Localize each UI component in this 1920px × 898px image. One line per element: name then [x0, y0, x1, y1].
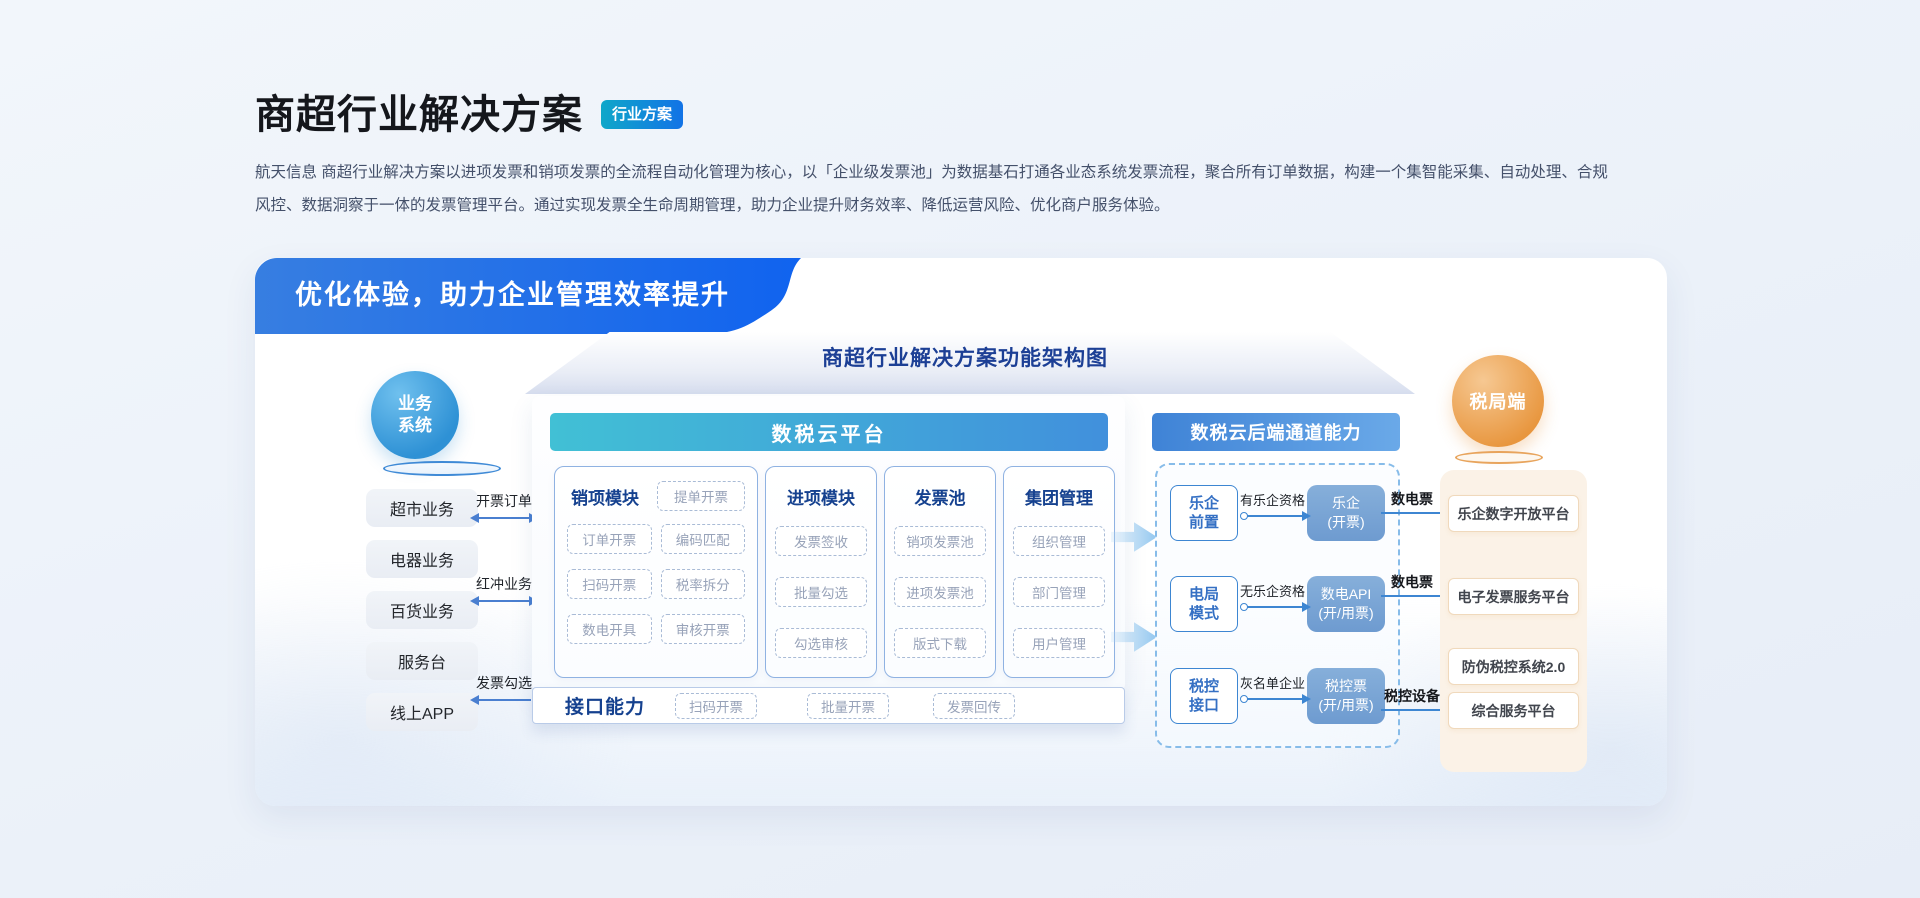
channel-target-box: 数电API (开/用票)	[1307, 576, 1385, 632]
module-chip: 扫码开票	[567, 569, 652, 599]
right-arrow-icon	[1240, 602, 1311, 612]
channel-connector: 有乐企资格	[1238, 485, 1311, 541]
connector-line	[1381, 512, 1443, 514]
tax-bureau-panel: 乐企数字开放平台 电子发票服务平台 防伪税控系统2.0 综合服务平台	[1440, 470, 1587, 772]
channel-condition-label: 无乐企资格	[1239, 584, 1306, 599]
channel-source-label: 接口	[1188, 697, 1219, 714]
module-title: 销项模块	[571, 488, 639, 508]
left-arrow-icon	[470, 695, 531, 705]
tax-item: 防伪税控系统2.0	[1448, 648, 1579, 685]
channel-target-box: 乐企 (开票)	[1307, 485, 1385, 541]
business-item: 线上APP	[366, 693, 478, 731]
tax-item: 乐企数字开放平台	[1448, 495, 1579, 532]
circle-base-ellipse	[1455, 451, 1543, 464]
output-label: 数电票	[1391, 574, 1433, 590]
channel-source-label: 电局	[1188, 586, 1219, 603]
output-label: 税控设备	[1384, 688, 1440, 704]
interface-bar: 接口能力 扫码开票 批量开票 发票回传	[532, 687, 1125, 724]
module-chip: 编码匹配	[660, 524, 745, 554]
module-chip: 数电开具	[567, 614, 652, 644]
business-circle-label: 系统	[398, 416, 432, 435]
right-arrow-icon	[1240, 511, 1311, 521]
module-row: 销项模块 提单开票 订单开票 编码匹配 扫码开票 税率拆分 数电开具 审核开票 …	[554, 466, 1115, 678]
business-item: 电器业务	[366, 540, 478, 578]
interface-chip: 批量开票	[807, 692, 890, 719]
page-description: 航天信息 商超行业解决方案以进项发票和销项发票的全流程自动化管理为核心，以「企业…	[255, 156, 1670, 222]
tax-item: 综合服务平台	[1448, 692, 1579, 729]
right-arrow-icon	[1240, 694, 1311, 704]
module-title: 发票池	[914, 489, 966, 508]
channel-connector: 无乐企资格	[1238, 576, 1311, 632]
channel-target-label: 税控票	[1325, 678, 1367, 694]
module-chip: 组织管理	[1013, 526, 1105, 556]
tax-item: 电子发票服务平台	[1448, 578, 1579, 615]
page-title: 商超行业解决方案	[255, 93, 583, 137]
description-line: 风控、数据洞察于一体的发票管理平台。通过实现发票全生命周期管理，助力企业提升财务…	[255, 197, 1170, 214]
module-chip: 进项发票池	[894, 577, 986, 607]
module-card-group-mgmt: 集团管理 组织管理 部门管理 用户管理	[1003, 466, 1115, 678]
module-chip: 订单开票	[567, 524, 652, 554]
module-chip: 发票签收	[775, 526, 867, 556]
channel-source-label: 税控	[1188, 678, 1219, 695]
channel-source-label: 模式	[1188, 605, 1219, 622]
business-item: 百货业务	[366, 591, 478, 629]
industry-badge: 行业方案	[601, 100, 684, 129]
channel-target-label: 数电API	[1320, 586, 1372, 602]
module-chip: 用户管理	[1013, 628, 1105, 658]
module-title: 进项模块	[787, 489, 855, 508]
module-chip: 批量勾选	[775, 577, 867, 607]
tax-bureau-circle: 税局端	[1452, 355, 1544, 447]
business-system-circle: 业务 系统	[371, 371, 459, 459]
interface-chip: 扫码开票	[675, 692, 758, 719]
channel-header: 数税云后端通道能力	[1152, 413, 1400, 451]
module-chip: 税率拆分	[660, 569, 745, 599]
ribbon-banner: 优化体验，助力企业管理效率提升	[295, 280, 730, 310]
interface-chip: 发票回传	[933, 692, 1016, 719]
page: 商超行业解决方案 行业方案 航天信息 商超行业解决方案以进项发票和销项发票的全流…	[0, 0, 1920, 898]
channel-condition-label: 有乐企资格	[1239, 493, 1306, 508]
channel-target-box: 税控票 (开/用票)	[1307, 668, 1385, 724]
interface-title: 接口能力	[565, 697, 646, 718]
channel-dashed-container: 乐企 前置 有乐企资格 乐企 (开票) 电局 模式 无乐企资格 数电API (开…	[1155, 463, 1400, 748]
connector-line	[1381, 709, 1443, 711]
channel-source-label: 前置	[1188, 514, 1219, 531]
channel-condition-label: 灰名单企业	[1239, 676, 1306, 691]
output-label: 数电票	[1391, 491, 1433, 507]
module-chip: 勾选审核	[775, 628, 867, 658]
module-title: 集团管理	[1025, 489, 1093, 508]
module-chip: 审核开票	[660, 614, 745, 644]
channel-connector: 灰名单企业	[1238, 668, 1311, 724]
module-card-invoice-pool: 发票池 销项发票池 进项发票池 版式下载	[884, 466, 996, 678]
channel-target-label: 乐企	[1332, 495, 1360, 511]
channel-target-label: (开/用票)	[1318, 697, 1374, 713]
double-arrow-icon	[470, 513, 538, 523]
business-list: 超市业务 电器业务 百货业务 服务台 线上APP	[366, 489, 478, 731]
channel-source-label: 乐企	[1188, 495, 1219, 512]
double-arrow-icon	[470, 596, 538, 606]
channel-target-label: (开/用票)	[1318, 605, 1374, 621]
business-circle-label: 业务	[398, 394, 432, 413]
module-chip: 销项发票池	[894, 526, 986, 556]
module-card-sales: 销项模块 提单开票 订单开票 编码匹配 扫码开票 税率拆分 数电开具 审核开票	[554, 466, 758, 678]
channel-row: 电局 模式 无乐企资格 数电API (开/用票)	[1170, 576, 1385, 632]
solution-card: 优化体验，助力企业管理效率提升 商超行业解决方案功能架构图 业务 系统 超市业务…	[255, 258, 1667, 806]
channel-row: 乐企 前置 有乐企资格 乐企 (开票)	[1170, 485, 1385, 541]
diagram-title: 商超行业解决方案功能架构图	[822, 347, 1108, 370]
module-chip: 版式下载	[894, 628, 986, 658]
circle-base-ellipse	[383, 461, 501, 476]
description-line: 航天信息 商超行业解决方案以进项发票和销项发票的全流程自动化管理为核心，以「企业…	[255, 164, 1608, 181]
module-chip: 提单开票	[657, 481, 745, 511]
channel-target-label: (开票)	[1327, 514, 1365, 530]
connector-line	[1381, 595, 1443, 597]
channel-source-box: 乐企 前置	[1170, 485, 1238, 541]
channel-row: 税控 接口 灰名单企业 税控票 (开/用票)	[1170, 668, 1385, 724]
module-chip: 部门管理	[1013, 577, 1105, 607]
channel-source-box: 电局 模式	[1170, 576, 1238, 632]
channel-source-box: 税控 接口	[1170, 668, 1238, 724]
platform-header: 数税云平台	[550, 413, 1108, 451]
module-card-purchase: 进项模块 发票签收 批量勾选 勾选审核	[765, 466, 877, 678]
